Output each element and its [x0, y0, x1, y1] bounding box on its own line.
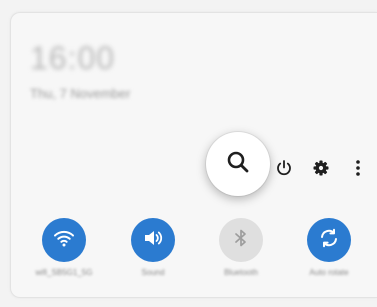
auto-rotate-toggle[interactable] [307, 218, 351, 262]
power-icon [275, 159, 293, 182]
search-icon [225, 149, 251, 180]
sound-icon [141, 226, 165, 255]
bluetooth-icon [230, 227, 252, 254]
auto-rotate-label: Auto rotate [309, 268, 349, 277]
search-button[interactable] [206, 132, 270, 196]
gear-icon [312, 159, 330, 182]
settings-button[interactable] [309, 158, 333, 182]
clock-time: 16:00 [30, 40, 116, 76]
wifi-icon [52, 226, 76, 255]
bluetooth-label: Bluetooth [224, 268, 258, 277]
auto-rotate-icon [317, 226, 341, 255]
more-vertical-icon [355, 159, 361, 182]
sound-toggle[interactable] [131, 218, 175, 262]
clock-date: Thu, 7 November [30, 86, 131, 101]
sound-label: Sound [141, 268, 165, 277]
more-options-button[interactable] [346, 158, 370, 182]
wifi-label: wifi_SB5G1_5G [35, 268, 93, 277]
wifi-toggle[interactable] [42, 218, 86, 262]
bluetooth-toggle[interactable] [219, 218, 263, 262]
power-button[interactable] [272, 158, 296, 182]
